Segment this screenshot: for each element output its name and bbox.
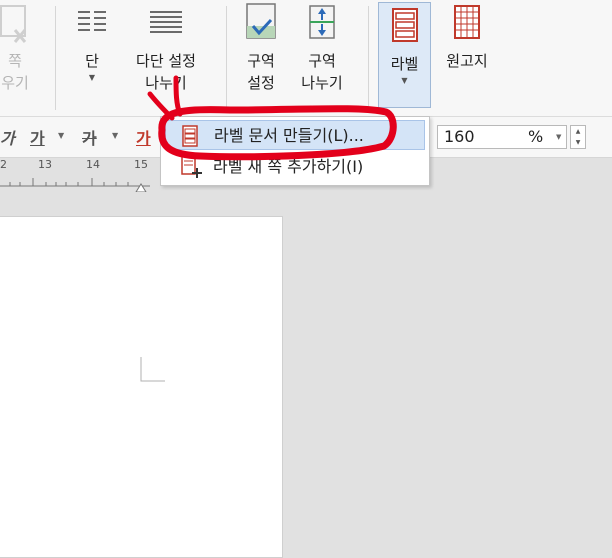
chevron-down-icon[interactable]: ▼ xyxy=(112,131,118,140)
chevron-down-icon: ▼ xyxy=(401,76,408,85)
section-split-button[interactable]: 구역 나누기 xyxy=(294,0,350,94)
zoom-value: 160 xyxy=(444,127,475,146)
label-button[interactable]: 라벨 ▼ xyxy=(378,2,431,108)
column-button[interactable]: 단 ▼ xyxy=(66,0,118,84)
columns-icon xyxy=(78,11,106,31)
manuscript-grid-icon xyxy=(454,5,480,39)
zoom-unit: % xyxy=(528,127,544,146)
section-split-label: 구역 나누기 xyxy=(301,52,343,92)
separator xyxy=(368,6,369,110)
font-color-button[interactable]: 가 xyxy=(136,125,151,149)
column-label: 단 xyxy=(85,52,99,70)
separator xyxy=(226,6,227,110)
page-number-button[interactable]: 쪽 우기 xyxy=(0,0,38,94)
menu-item-label: 라벨 문서 만들기(L)... xyxy=(214,126,364,145)
chevron-down-icon[interactable]: ▼ xyxy=(58,131,64,140)
ruler-tick: 13 xyxy=(38,158,52,171)
section-setup-icon xyxy=(246,3,276,39)
section-split-icon xyxy=(309,5,335,39)
strikethrough-button[interactable]: 가 xyxy=(82,125,97,149)
zoom-combobox[interactable]: 160 % ▼ xyxy=(437,125,567,149)
ribbon: 쪽 우기 단 ▼ 다단 설정 나누기 구역 설정 구역 나누기 라벨 ▼ 원고지 xyxy=(0,0,612,117)
section-setup-label: 구역 설정 xyxy=(247,52,275,92)
ruler-tick: 15 xyxy=(134,158,148,171)
text-area-corner-mark xyxy=(140,357,165,382)
page-number-label: 쪽 우기 xyxy=(1,52,29,92)
underline-button[interactable]: 가 xyxy=(30,125,45,149)
chevron-down-icon[interactable]: ▼ xyxy=(556,126,561,148)
document-page[interactable] xyxy=(0,216,283,558)
label-doc-icon xyxy=(182,125,198,147)
section-setup-button[interactable]: 구역 설정 xyxy=(236,0,286,94)
multi-column-icon xyxy=(150,11,182,33)
multi-column-label: 다단 설정 나누기 xyxy=(136,52,196,92)
ruler-tick: 14 xyxy=(86,158,100,171)
page-number-icon xyxy=(0,5,27,43)
separator xyxy=(55,6,56,110)
italic-button[interactable]: 가 xyxy=(0,125,15,149)
menu-item-add-label-page[interactable]: 라벨 새 쪽 추가하기(I) xyxy=(165,152,425,182)
label-label: 라벨 xyxy=(390,55,419,73)
zoom-spinner[interactable]: ▲ ▼ xyxy=(570,125,586,149)
label-dropdown-menu: 라벨 문서 만들기(L)... 라벨 새 쪽 추가하기(I) xyxy=(160,116,430,186)
manuscript-paper-label: 원고지 xyxy=(446,52,488,70)
menu-item-create-label-document[interactable]: 라벨 문서 만들기(L)... xyxy=(165,120,425,150)
label-button-content: 라벨 ▼ xyxy=(379,3,430,87)
multi-column-button[interactable]: 다단 설정 나누기 xyxy=(126,0,206,94)
manuscript-paper-button[interactable]: 원고지 xyxy=(438,0,496,72)
label-icon xyxy=(391,8,418,42)
chevron-down-icon: ▼ xyxy=(88,73,96,82)
menu-item-label: 라벨 새 쪽 추가하기(I) xyxy=(213,157,364,176)
label-add-page-icon xyxy=(181,155,202,178)
ruler-tick: 2 xyxy=(0,158,7,171)
